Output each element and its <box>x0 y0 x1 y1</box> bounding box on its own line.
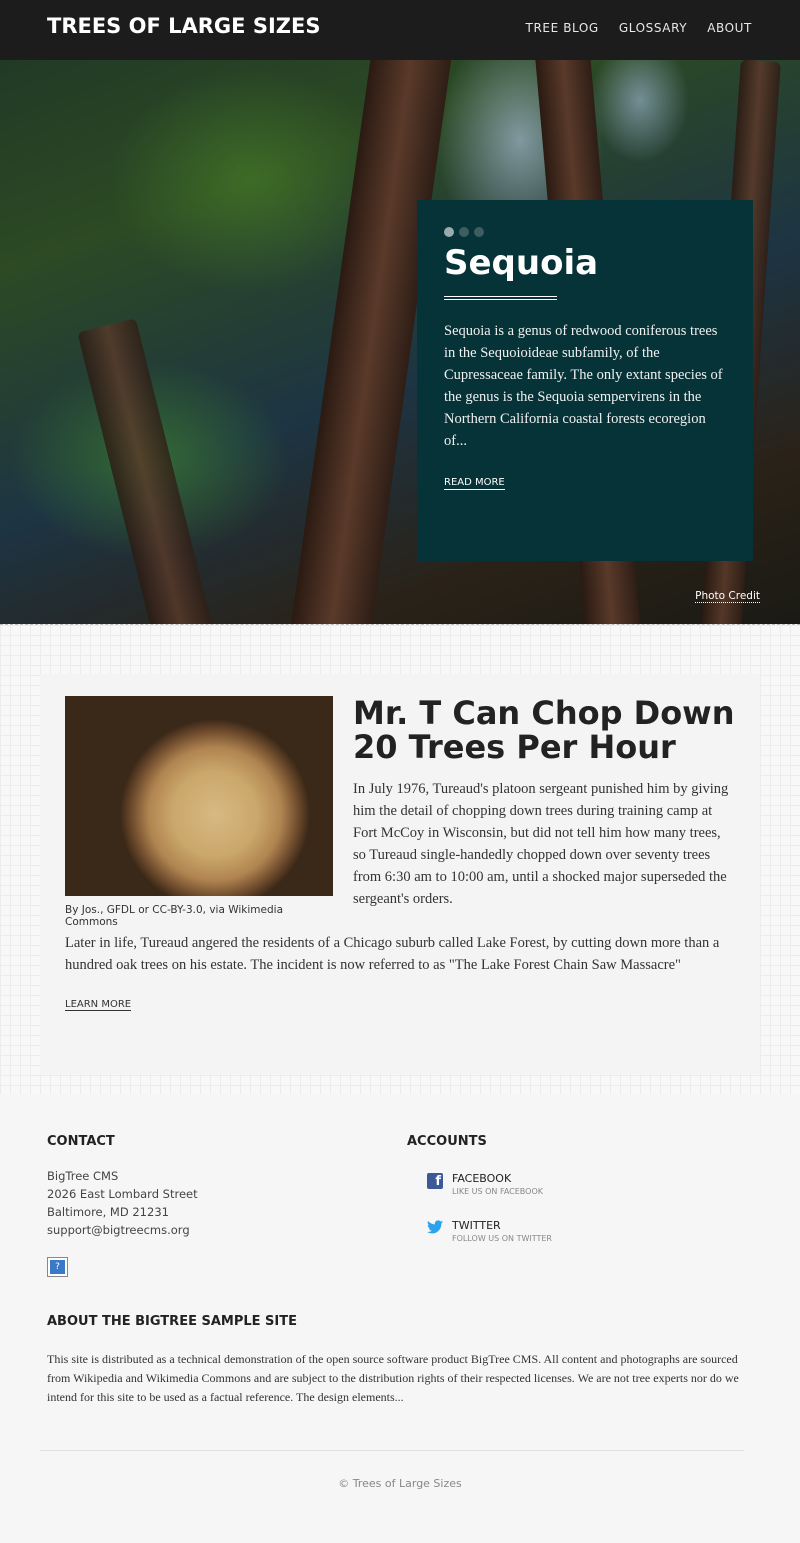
tree-trunk <box>77 318 223 624</box>
footer-divider <box>40 1450 744 1451</box>
slide-dot-1[interactable] <box>444 227 454 237</box>
twitter-icon <box>427 1220 443 1236</box>
contact-city: Baltimore, MD 21231 <box>47 1205 169 1219</box>
hero-text: Sequoia is a genus of redwood coniferous… <box>444 323 723 450</box>
hero-card: Sequoia Sequoia is a genus of redwood co… <box>417 200 753 561</box>
about-heading: ABOUT THE BIGTREE SAMPLE SITE <box>47 1314 298 1329</box>
slide-dot-2[interactable] <box>459 227 469 237</box>
article-paragraph-2: Later in life, Tureaud angered the resid… <box>65 935 720 973</box>
contact-info: BigTree CMS 2026 East Lombard Street Bal… <box>47 1167 198 1239</box>
hero-banner: Sequoia Sequoia is a genus of redwood co… <box>0 60 800 624</box>
twitter-account[interactable]: TWITTER FOLLOW US ON TWITTER <box>427 1219 552 1243</box>
article-image <box>65 696 333 896</box>
image-caption: By Jos., GFDL or CC-BY-3.0, via Wikimedi… <box>65 904 283 928</box>
photo-credit-link[interactable]: Photo Credit <box>695 590 760 603</box>
twitter-sublabel: FOLLOW US ON TWITTER <box>452 1234 552 1243</box>
content-area: By Jos., GFDL or CC-BY-3.0, via Wikimedi… <box>0 624 800 1094</box>
site-footer: CONTACT BigTree CMS 2026 East Lombard St… <box>0 1094 800 1543</box>
site-title[interactable]: TREES OF LARGE SIZES <box>47 14 320 38</box>
read-more-link[interactable]: READ MORE <box>444 477 505 491</box>
contact-street: 2026 East Lombard Street <box>47 1187 198 1201</box>
contact-email[interactable]: support@bigtreecms.org <box>47 1221 198 1239</box>
accounts-heading: ACCOUNTS <box>407 1134 487 1149</box>
slide-indicator <box>444 227 726 237</box>
hero-title-rule <box>444 296 557 301</box>
learn-more-link[interactable]: LEARN MORE <box>65 999 132 1011</box>
slide-dot-3[interactable] <box>474 227 484 237</box>
about-text: This site is distributed as a technical … <box>47 1352 739 1404</box>
nav-glossary[interactable]: GLOSSARY <box>619 21 687 35</box>
broken-image-icon: ? <box>47 1257 68 1277</box>
contact-heading: CONTACT <box>47 1134 115 1149</box>
featured-article: By Jos., GFDL or CC-BY-3.0, via Wikimedi… <box>40 674 760 1074</box>
facebook-account[interactable]: f FACEBOOK LIKE US ON FACEBOOK <box>427 1172 543 1196</box>
article-figure: By Jos., GFDL or CC-BY-3.0, via Wikimedi… <box>65 696 333 928</box>
hero-title: Sequoia <box>444 243 599 283</box>
copyright: © Trees of Large Sizes <box>338 1477 462 1490</box>
twitter-label[interactable]: TWITTER <box>452 1219 552 1232</box>
facebook-sublabel: LIKE US ON FACEBOOK <box>452 1187 543 1196</box>
site-header: TREES OF LARGE SIZES TREE BLOG GLOSSARY … <box>0 0 800 60</box>
nav-tree-blog[interactable]: TREE BLOG <box>526 21 599 35</box>
facebook-label[interactable]: FACEBOOK <box>452 1172 543 1185</box>
nav-about[interactable]: ABOUT <box>707 21 752 35</box>
main-nav: TREE BLOG GLOSSARY ABOUT <box>526 21 752 35</box>
contact-name: BigTree CMS <box>47 1169 119 1183</box>
facebook-icon: f <box>427 1173 443 1189</box>
